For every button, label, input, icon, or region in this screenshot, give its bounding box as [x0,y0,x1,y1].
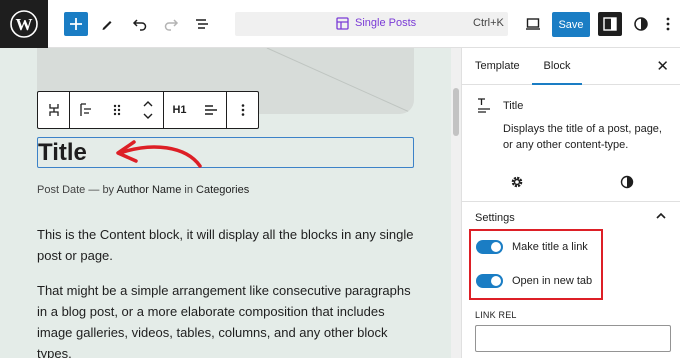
svg-text:W: W [16,15,33,34]
redo-button[interactable] [159,12,183,36]
settings-toggle-button[interactable] [598,12,622,36]
settings-panel-heading[interactable]: Settings [475,212,515,224]
redo-icon [164,19,179,31]
open-new-tab-toggle[interactable] [476,274,503,288]
drag-handle[interactable] [101,92,132,128]
tab-settings[interactable] [462,162,572,202]
wordpress-icon: W [10,10,38,38]
block-switcher-group [38,92,70,128]
title-block-icon [48,104,59,116]
tab-styles[interactable] [572,162,680,202]
red-arrow-annotation [116,140,202,168]
text-align-button[interactable] [195,92,226,128]
preview-button[interactable] [521,12,545,36]
block-toolbar: H1 [37,91,259,129]
desktop-icon [526,18,540,30]
chevron-up-icon[interactable] [656,212,666,220]
close-sidebar-icon[interactable]: ✕ [656,59,669,74]
link-rel-input[interactable] [475,325,671,352]
drag-handle-icon [113,104,120,116]
gear-icon [511,176,523,188]
align-left-icon [79,103,91,116]
link-rel-label: LINK REL [475,310,517,320]
more-vertical-icon [241,104,244,116]
post-title-block[interactable] [37,137,414,168]
list-view-icon [196,19,208,29]
template-icon [336,17,349,30]
contrast-icon [634,17,648,31]
open-new-tab-label: Open in new tab [512,275,593,287]
block-card-description: Displays the title of a post, page, or a… [503,123,662,151]
move-up-down-buttons[interactable] [132,92,163,128]
post-date[interactable]: Post Date [37,184,85,196]
block-card-title: Title [503,100,524,112]
tab-block[interactable]: Block [532,48,582,85]
title-block-icon [478,98,490,113]
options-button[interactable] [656,12,680,36]
chevron-up-down-icon [143,101,152,119]
heading-group: H1 [164,92,227,128]
transform-block-button[interactable] [38,92,69,128]
settings-sidebar: Template Block ✕ Title Displays the titl… [461,48,680,358]
canvas-scrollbar-thumb[interactable] [453,88,459,136]
meta-by: by [102,184,115,196]
command-bar-title[interactable]: Single Posts [355,17,416,29]
block-options-button[interactable] [227,92,258,128]
add-block-button[interactable] [64,12,88,36]
post-author[interactable]: Author Name [117,184,182,196]
contrast-icon [620,175,634,189]
make-title-link-label: Make title a link [512,241,588,253]
post-title-text[interactable]: Title [38,137,87,168]
post-meta-row: Post Date — by Author Name in Categories [37,184,249,196]
editor-top-bar: W Single Posts Ctrl+K Save [0,0,680,48]
heading-level-button[interactable]: H1 [164,92,195,128]
sidebar-icon [603,17,617,31]
options-group [227,92,258,128]
command-shortcut: Ctrl+K [473,17,504,29]
sidebar-tabs: Template Block ✕ [462,48,680,85]
align-button[interactable] [70,92,101,128]
wordpress-logo-button[interactable]: W [0,0,48,48]
move-group [70,92,164,128]
text-align-icon [204,105,217,115]
plus-icon [70,18,82,30]
tab-template[interactable]: Template [475,48,520,85]
make-title-link-toggle[interactable] [476,240,503,254]
content-paragraph[interactable]: That might be a simple arrangement like … [37,280,417,358]
tools-button[interactable] [95,12,119,36]
meta-separator: — [88,184,100,196]
post-categories[interactable]: Categories [196,184,249,196]
settings-style-tabs [462,162,680,202]
pencil-icon [102,21,112,30]
meta-in: in [184,184,193,196]
content-paragraph[interactable]: This is the Content block, it will displ… [37,224,417,266]
document-overview-button[interactable] [190,12,214,36]
editor-canvas[interactable]: H1 Title Post Date — by Author Name in C… [0,48,451,358]
undo-button[interactable] [128,12,152,36]
undo-icon [132,19,147,31]
save-button[interactable]: Save [552,12,590,37]
styles-button[interactable] [629,12,653,36]
more-vertical-icon [666,17,670,31]
